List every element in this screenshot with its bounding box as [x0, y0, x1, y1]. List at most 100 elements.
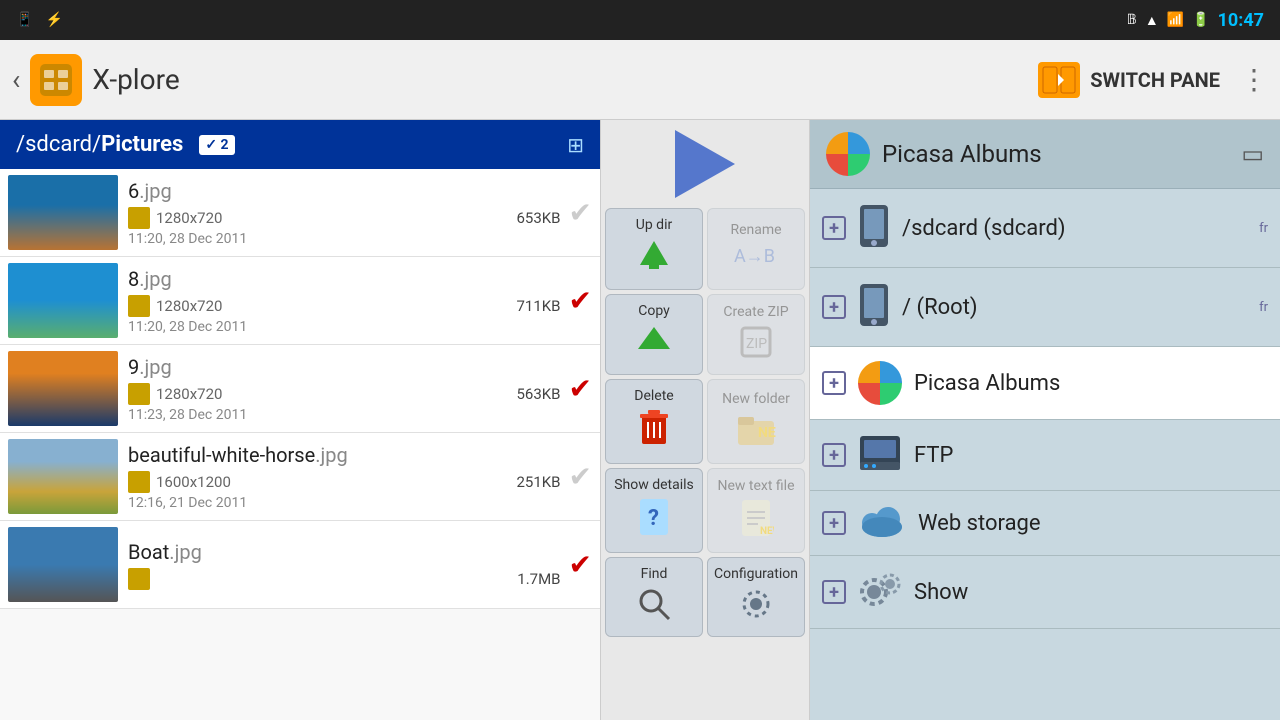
file-item[interactable]: 6.jpg1280x720653KB11:20, 28 Dec 2011✔	[0, 169, 600, 257]
svg-text:?: ?	[648, 506, 659, 531]
right-pane-title: Picasa Albums	[882, 140, 1042, 168]
battery-icon: 🔋	[1192, 12, 1209, 28]
action-find-button[interactable]: Find	[605, 557, 703, 637]
location-expand-button[interactable]: +	[822, 216, 846, 240]
file-date: 11:20, 28 Dec 2011	[128, 319, 561, 335]
action-button-label: Find	[641, 566, 668, 582]
location-name-label: / (Root)	[902, 295, 978, 320]
file-info: 9.jpg 1280x720563KB 11:23, 28 Dec 2011	[128, 355, 561, 423]
switch-pane-button[interactable]: SWITCH PANE	[1038, 62, 1220, 98]
location-expand-button[interactable]: +	[822, 580, 846, 604]
file-checkbox[interactable]: ✔	[569, 372, 592, 405]
location-name-label: Web storage	[918, 511, 1041, 536]
action-new-text-file-button: New text fileNEW	[707, 468, 805, 553]
file-type-icon	[128, 295, 150, 317]
status-icons-right: 𝔹 ▲ 📶 🔋 10:47	[1127, 10, 1264, 31]
svg-text:NEW: NEW	[758, 425, 776, 441]
more-options-button[interactable]: ⋮	[1240, 63, 1268, 96]
location-item[interactable]: + Web storage	[810, 491, 1280, 556]
main-content: /sdcard/Pictures ✓ 2 ⊞ 6.jpg 1280x720 653K…	[0, 120, 1280, 720]
location-item[interactable]: + /sdcard (sdcard)fr	[810, 189, 1280, 268]
switch-pane-icon	[1038, 62, 1080, 98]
file-checkbox[interactable]: ✔	[569, 460, 592, 493]
location-name-label: Picasa Albums	[914, 371, 1060, 396]
file-list: 6.jpg1280x720653KB11:20, 28 Dec 2011✔8.j…	[0, 169, 600, 720]
wifi-icon: ▲	[1145, 12, 1159, 29]
file-checkbox[interactable]: ✔	[569, 284, 592, 317]
location-item[interactable]: + / (Root)fr	[810, 268, 1280, 347]
location-expand-button[interactable]: +	[822, 371, 846, 395]
file-dimensions: 1280x720	[156, 209, 222, 227]
file-info: 6.jpg1280x720653KB11:20, 28 Dec 2011	[128, 179, 561, 247]
location-item[interactable]: + Picasa Albums	[810, 347, 1280, 420]
app-icon	[30, 54, 82, 106]
selection-count: ✓ 2	[199, 135, 234, 155]
file-thumbnail	[8, 527, 118, 602]
location-name-label: Show	[914, 580, 968, 605]
location-item[interactable]: + FTP	[810, 420, 1280, 491]
location-type-icon	[858, 282, 890, 332]
file-info: beautiful-white-horse.jpg1600x1200251KB1…	[128, 443, 561, 511]
action-button-label: Show details	[614, 477, 694, 493]
file-size: 711KB	[516, 297, 560, 315]
action-configuration-icon	[738, 586, 774, 628]
file-checkbox[interactable]: ✔	[569, 196, 592, 229]
back-button[interactable]: ‹	[12, 63, 20, 96]
file-date: 11:23, 28 Dec 2011	[128, 407, 561, 423]
file-meta-row: 1280x720563KB	[128, 383, 561, 405]
location-list: + /sdcard (sdcard)fr+ / (Root)fr+Picasa …	[810, 189, 1280, 720]
action-delete-button[interactable]: Delete	[605, 379, 703, 464]
direction-arrow	[660, 128, 750, 200]
switch-pane-label: SWITCH PANE	[1090, 68, 1220, 92]
picasa-logo-icon	[826, 132, 870, 176]
file-item[interactable]: 8.jpg1280x720711KB11:20, 28 Dec 2011✔	[0, 257, 600, 345]
file-size: 251KB	[516, 473, 560, 491]
action-up-dir-button[interactable]: Up dir	[605, 208, 703, 290]
location-expand-button[interactable]: +	[822, 511, 846, 535]
file-checkbox[interactable]: ✔	[569, 548, 592, 581]
action-find-icon	[636, 586, 672, 628]
path-label: /sdcard/Pictures	[16, 132, 183, 157]
file-item[interactable]: Boat.jpg1.7MB✔	[0, 521, 600, 609]
file-thumbnail	[8, 351, 118, 426]
file-size: 1.7MB	[517, 570, 560, 588]
file-item[interactable]: beautiful-white-horse.jpg1600x1200251KB1…	[0, 433, 600, 521]
file-date: 12:16, 21 Dec 2011	[128, 495, 561, 511]
action-button-label: Create ZIP	[723, 304, 788, 320]
location-type-icon	[858, 434, 902, 476]
file-meta-row: 1280x720 653KB	[128, 207, 561, 229]
location-name-label: /sdcard (sdcard)	[902, 216, 1066, 241]
file-dimensions: 1600x1200	[156, 473, 231, 491]
action-button-label: New folder	[722, 391, 790, 407]
action-button-label: Copy	[638, 303, 670, 319]
clock: 10:47	[1218, 10, 1264, 31]
location-type-icon	[858, 505, 906, 541]
right-pane-window-icon[interactable]: ▭	[1241, 140, 1264, 168]
left-pane: /sdcard/Pictures ✓ 2 ⊞ 6.jpg 1280x720 653K…	[0, 120, 600, 720]
file-size: 653KB	[516, 209, 560, 227]
arrow-right-icon	[675, 130, 735, 198]
location-expand-button[interactable]: +	[822, 443, 846, 467]
file-name: 6.jpg	[128, 179, 561, 203]
file-thumbnail	[8, 263, 118, 338]
title-bar: ‹ X-plore SWITCH PANE ⋮	[0, 40, 1280, 120]
svg-text:A→B: A→B	[734, 246, 775, 267]
left-pane-header: /sdcard/Pictures ✓ 2 ⊞	[0, 120, 600, 169]
location-item[interactable]: + Show	[810, 556, 1280, 629]
location-expand-button[interactable]: +	[822, 295, 846, 319]
action-show-details-button[interactable]: Show details?	[605, 468, 703, 553]
action-new-folder-icon: NEW	[736, 411, 776, 453]
location-type-icon	[858, 361, 902, 405]
svg-text:ZIP: ZIP	[746, 336, 767, 352]
file-name: 9.jpg	[128, 355, 561, 379]
file-type-icon	[128, 568, 150, 590]
file-meta-row: 1280x720711KB	[128, 295, 561, 317]
action-copy-button[interactable]: Copy	[605, 294, 703, 375]
signal-icon: 📶	[1167, 12, 1184, 28]
file-item[interactable]: 9.jpg 1280x720563KB 11:23, 28 Dec 2011 ✔	[0, 345, 600, 433]
action-rename-icon: A→B	[734, 242, 778, 276]
action-configuration-button[interactable]: Configuration	[707, 557, 805, 637]
file-meta-row: 1600x1200 251KB	[128, 471, 561, 493]
pane-switch-icon[interactable]: ⊞	[567, 133, 584, 157]
action-button-label: Delete	[634, 388, 673, 404]
